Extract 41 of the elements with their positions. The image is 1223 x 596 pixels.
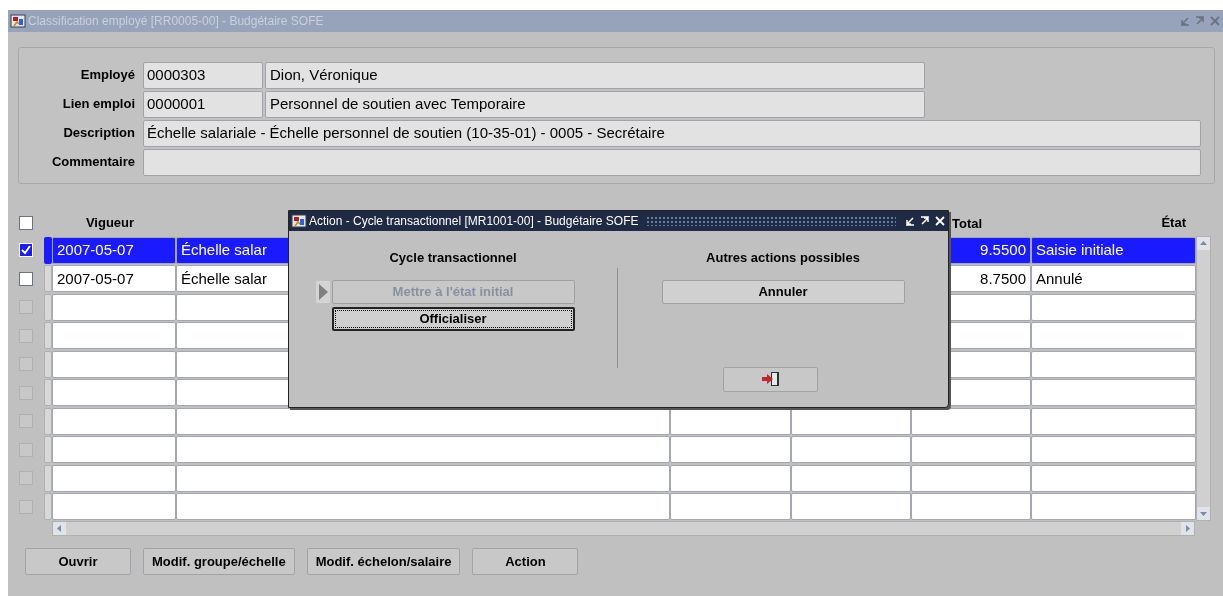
field-label: Employé — [80, 66, 135, 85]
vertical-scrollbar[interactable] — [1196, 236, 1211, 521]
column-header: État — [1161, 214, 1186, 233]
action-button[interactable]: Ouvrir — [25, 548, 131, 575]
name-field[interactable]: Personnel de soutien avec Temporaire — [265, 90, 925, 118]
column-header: Total — [952, 216, 983, 231]
section-heading: Cycle transactionnel — [389, 249, 517, 267]
action-button[interactable]: Modif. échelon/salaire — [306, 548, 461, 575]
code-field[interactable]: 0000001 — [143, 90, 263, 118]
text-field[interactable] — [143, 148, 1201, 176]
column-header: Vigueur — [85, 214, 135, 233]
field-label: Lien emploi — [62, 95, 135, 114]
row-indicator[interactable] — [44, 236, 52, 264]
dialog-title: Action - Cycle transactionnel [MR1001-00] - Budgétaire SOFE — [309, 213, 639, 230]
text-field[interactable]: Échelle salariale - Échelle personnel de soutien (10-35-01) - 0005 - Secrétaire — [143, 119, 1201, 147]
field-label: Description — [63, 124, 135, 143]
table-cell: Saisie initiale — [1031, 236, 1196, 264]
app-icon — [291, 213, 307, 229]
code-field[interactable]: 0000303 — [143, 61, 263, 89]
section-heading: Autres actions possibles — [706, 249, 860, 267]
action-button[interactable]: Officialiser — [331, 306, 575, 331]
app-icon — [10, 13, 26, 29]
exit-button[interactable] — [723, 366, 818, 392]
horizontal-scrollbar[interactable] — [52, 521, 1195, 536]
name-field[interactable]: Dion, Véronique — [265, 61, 925, 89]
action-button[interactable]: Annuler — [661, 279, 905, 304]
scroll-right-icon[interactable] — [1181, 522, 1194, 535]
table-cell: 2007-05-07 — [52, 236, 176, 264]
action-button[interactable]: Modif. groupe/échelle — [143, 548, 295, 575]
exit-door-icon — [760, 371, 781, 387]
row-checkbox[interactable] — [19, 216, 33, 230]
scroll-left-icon[interactable] — [53, 522, 66, 535]
action-button[interactable]: Action — [472, 548, 579, 575]
scroll-up-icon[interactable] — [1197, 237, 1210, 250]
maximize-icon[interactable] — [919, 215, 931, 227]
row-checkbox[interactable] — [19, 271, 33, 286]
table-cell: Annulé — [1031, 265, 1196, 293]
field-label: Commentaire — [51, 153, 135, 172]
minimize-icon[interactable] — [904, 215, 916, 227]
scroll-down-icon[interactable] — [1197, 507, 1210, 520]
table-cell: 2007-05-07 — [52, 265, 176, 293]
